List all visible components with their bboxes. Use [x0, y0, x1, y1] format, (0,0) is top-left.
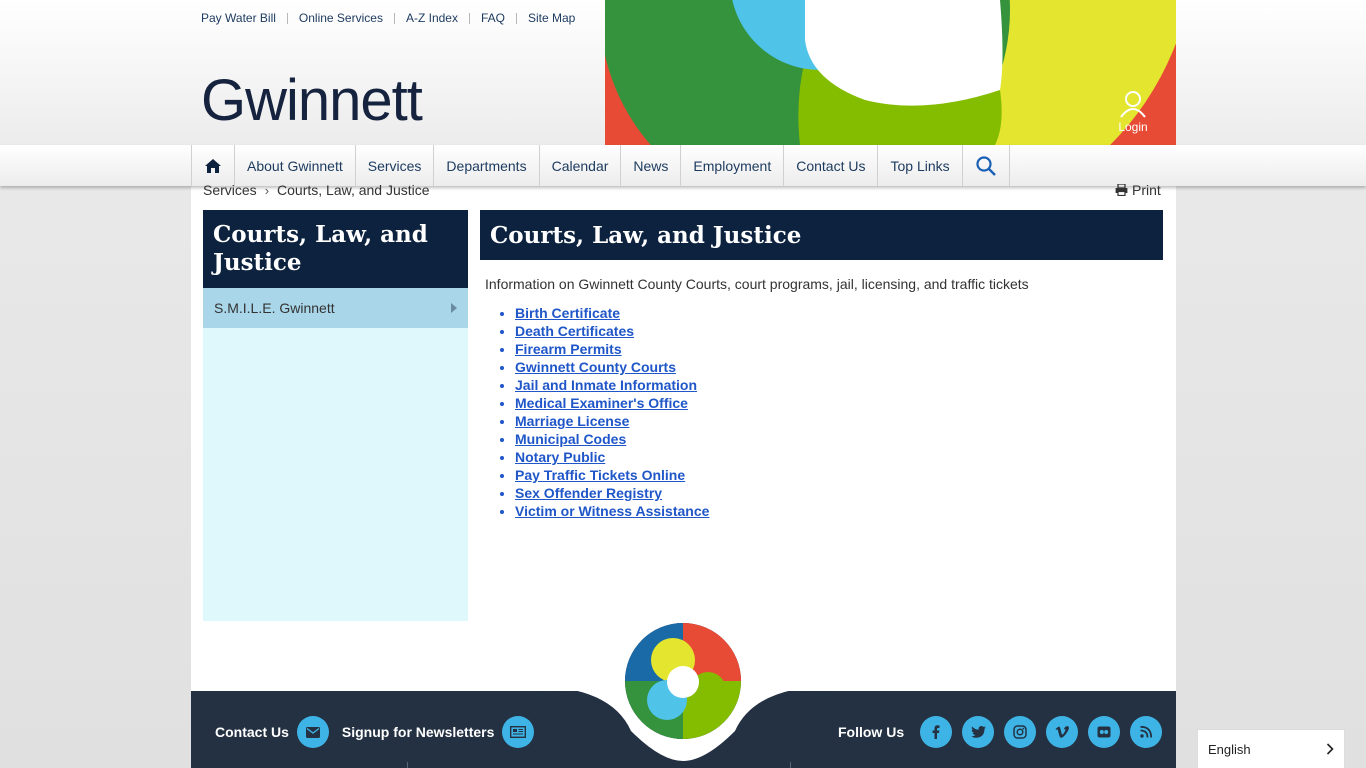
site-logo[interactable]: Gwinnett: [201, 72, 423, 130]
gwinnett-seal-logo: [624, 623, 742, 741]
language-selected: English: [1208, 741, 1251, 757]
link-firearm-permits[interactable]: Firearm Permits: [515, 341, 622, 357]
utility-link-site-map[interactable]: Site Map: [528, 11, 575, 25]
list-item: Medical Examiner's Office: [515, 394, 709, 412]
instagram-icon[interactable]: [1004, 716, 1037, 748]
user-icon: [1120, 91, 1146, 118]
link-medical-examiners-office[interactable]: Medical Examiner's Office: [515, 395, 688, 411]
nav-services[interactable]: Services: [356, 145, 435, 186]
divider: [516, 12, 517, 24]
follow-us-label: Follow Us: [838, 724, 905, 740]
divider: [468, 12, 470, 24]
login-label: Login: [1118, 120, 1148, 134]
link-jail-and-inmate-information[interactable]: Jail and Inmate Information: [515, 377, 697, 393]
printer-icon: [1115, 184, 1128, 196]
footer-contact-label[interactable]: Contact Us: [215, 724, 289, 740]
sidebar-item-smile-gwinnett[interactable]: S.M.I.L.E. Gwinnett: [203, 288, 468, 328]
list-item: Notary Public: [515, 448, 709, 466]
print-button[interactable]: Print: [1115, 182, 1161, 198]
utility-link-faq[interactable]: FAQ: [481, 11, 505, 25]
list-item: Sex Offender Registry: [515, 484, 709, 502]
link-marriage-license[interactable]: Marriage License: [515, 413, 629, 429]
link-birth-certificate[interactable]: Birth Certificate: [515, 305, 620, 321]
link-death-certificates[interactable]: Death Certificates: [515, 323, 634, 339]
page-title: Courts, Law, and Justice: [480, 210, 1163, 260]
chevron-right-icon: [1326, 743, 1334, 755]
footer-left-links: Contact Us Signup for Newsletters: [215, 716, 535, 748]
main-nav: About Gwinnett Services Departments Cale…: [191, 145, 1010, 186]
newspaper-icon[interactable]: [502, 716, 535, 748]
home-icon: [205, 158, 221, 173]
sidebar-item-label: S.M.I.L.E. Gwinnett: [214, 300, 335, 316]
nav-calendar[interactable]: Calendar: [540, 145, 622, 186]
sidebar: Courts, Law, and Justice S.M.I.L.E. Gwin…: [203, 210, 468, 621]
nav-home[interactable]: [192, 145, 235, 186]
facebook-icon[interactable]: [920, 716, 953, 748]
header-banner-graphic: [605, 0, 1176, 145]
link-gwinnett-county-courts[interactable]: Gwinnett County Courts: [515, 359, 676, 375]
link-notary-public[interactable]: Notary Public: [515, 449, 605, 465]
list-item: Gwinnett County Courts: [515, 358, 709, 376]
twitter-icon[interactable]: [962, 716, 995, 748]
nav-news[interactable]: News: [621, 145, 682, 186]
nav-departments[interactable]: Departments: [434, 145, 540, 186]
vimeo-icon[interactable]: [1046, 716, 1079, 748]
nav-employment[interactable]: Employment: [681, 145, 785, 186]
nav-contact-us[interactable]: Contact Us: [784, 145, 879, 186]
link-municipal-codes[interactable]: Municipal Codes: [515, 431, 626, 447]
footer-social: Follow Us: [838, 716, 1163, 748]
list-item: Victim or Witness Assistance: [515, 502, 709, 520]
footer-newsletter-label[interactable]: Signup for Newsletters: [342, 724, 494, 740]
divider: [790, 762, 791, 768]
breadcrumb-current: Courts, Law, and Justice: [277, 182, 430, 198]
utility-link-online-services[interactable]: Online Services: [299, 11, 383, 25]
page-description: Information on Gwinnett County Courts, c…: [485, 276, 1029, 292]
breadcrumb: Services › Courts, Law, and Justice: [203, 182, 430, 198]
utility-links: Pay Water Bill Online Services A-Z Index…: [201, 11, 575, 25]
list-item: Death Certificates: [515, 322, 709, 340]
utility-link-pay-water-bill[interactable]: Pay Water Bill: [201, 11, 276, 25]
print-label: Print: [1132, 182, 1161, 198]
flickr-icon[interactable]: [1088, 716, 1121, 748]
list-item: Firearm Permits: [515, 340, 709, 358]
divider: [286, 12, 288, 24]
link-sex-offender-registry[interactable]: Sex Offender Registry: [515, 485, 662, 501]
utility-link-az-index[interactable]: A-Z Index: [406, 11, 458, 25]
nav-about-gwinnett[interactable]: About Gwinnett: [235, 145, 356, 186]
nav-search[interactable]: [963, 145, 1010, 186]
list-item: Jail and Inmate Information: [515, 376, 709, 394]
link-victim-or-witness-assistance[interactable]: Victim or Witness Assistance: [515, 503, 709, 519]
divider: [407, 762, 408, 768]
rss-icon[interactable]: [1130, 716, 1163, 748]
nav-top-links[interactable]: Top Links: [878, 145, 963, 186]
language-selector[interactable]: English: [1197, 729, 1345, 768]
service-links-list: Birth Certificate Death Certificates Fir…: [515, 304, 709, 520]
main-nav-bar: About Gwinnett Services Departments Cale…: [0, 145, 1366, 186]
envelope-icon[interactable]: [296, 716, 329, 748]
chevron-right-icon: ›: [264, 182, 270, 198]
breadcrumb-services[interactable]: Services: [203, 182, 257, 198]
sidebar-title: Courts, Law, and Justice: [203, 210, 468, 288]
divider: [393, 12, 395, 24]
list-item: Birth Certificate: [515, 304, 709, 322]
list-item: Marriage License: [515, 412, 709, 430]
list-item: Pay Traffic Tickets Online: [515, 466, 709, 484]
link-pay-traffic-tickets-online[interactable]: Pay Traffic Tickets Online: [515, 467, 685, 483]
login-button[interactable]: Login: [1110, 90, 1156, 134]
caret-right-icon: [451, 303, 457, 313]
search-icon: [976, 155, 996, 176]
list-item: Municipal Codes: [515, 430, 709, 448]
